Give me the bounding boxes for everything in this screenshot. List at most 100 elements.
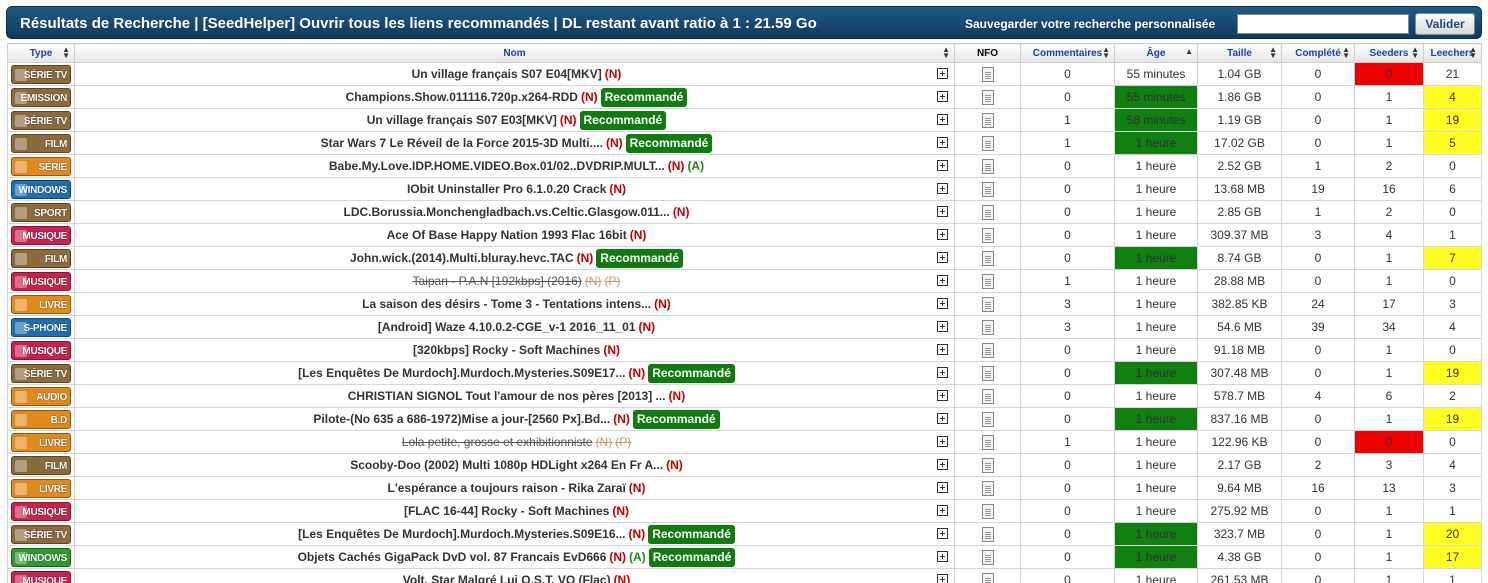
col-comments[interactable]: Commentaires ▲ ▼	[1020, 43, 1115, 63]
expand-icon[interactable]	[937, 344, 948, 355]
nfo-document-icon[interactable]	[981, 365, 994, 381]
col-type[interactable]: Type ▲ ▼	[7, 43, 75, 63]
torrent-link[interactable]: Ace Of Base Happy Nation 1993 Flac 16bit	[387, 228, 627, 242]
nfo-document-icon[interactable]	[981, 434, 994, 450]
category-badge[interactable]: SPORT	[11, 202, 71, 222]
torrent-link[interactable]: La saison des désirs - Tome 3 - Tentatio…	[362, 297, 651, 311]
category-badge[interactable]: MUSIQUE	[11, 271, 71, 291]
torrent-link[interactable]: Objets Cachés GigaPack DvD vol. 87 Franc…	[298, 550, 607, 564]
category-badge[interactable]: SÉRIE TV	[11, 110, 71, 130]
nfo-document-icon[interactable]	[981, 411, 994, 427]
expand-icon[interactable]	[937, 459, 948, 470]
torrent-link[interactable]: Star Wars 7 Le Réveil de la Force 2015-3…	[321, 136, 603, 150]
torrent-link[interactable]: [Android] Waze 4.10.0.2-CGE_v-1 2016_11_…	[378, 320, 636, 334]
nfo-document-icon[interactable]	[981, 388, 994, 404]
category-badge[interactable]: S-PHONE	[11, 317, 71, 337]
comments-cell[interactable]: 0	[1020, 499, 1115, 523]
torrent-link[interactable]: L'espérance a toujours raison - Rika Zar…	[388, 481, 626, 495]
category-badge[interactable]: SÉRIE TV	[11, 64, 71, 84]
comments-cell[interactable]: 0	[1020, 407, 1115, 431]
nfo-document-icon[interactable]	[981, 503, 994, 519]
comments-cell[interactable]: 1	[1020, 108, 1115, 132]
expand-icon[interactable]	[937, 321, 948, 332]
nfo-document-icon[interactable]	[981, 135, 994, 151]
expand-icon[interactable]	[937, 68, 948, 79]
category-badge[interactable]: MUSIQUE	[11, 570, 71, 583]
torrent-link[interactable]: Taipan - P.A.N [192kbps] (2016)	[413, 274, 582, 288]
category-badge[interactable]: FILM	[11, 248, 71, 268]
nfo-document-icon[interactable]	[981, 158, 994, 174]
expand-icon[interactable]	[937, 229, 948, 240]
expand-icon[interactable]	[937, 183, 948, 194]
expand-icon[interactable]	[937, 137, 948, 148]
category-badge[interactable]: MUSIQUE	[11, 340, 71, 360]
category-badge[interactable]: AUDIO	[11, 386, 71, 406]
nfo-document-icon[interactable]	[981, 89, 994, 105]
nfo-document-icon[interactable]	[981, 526, 994, 542]
nfo-document-icon[interactable]	[981, 112, 994, 128]
comments-cell[interactable]: 0	[1020, 246, 1115, 270]
category-badge[interactable]: MUSIQUE	[11, 225, 71, 245]
comments-cell[interactable]: 1	[1020, 131, 1115, 155]
save-search-input[interactable]	[1237, 14, 1409, 34]
col-size[interactable]: Taille ▲ ▼	[1197, 43, 1282, 63]
expand-icon[interactable]	[937, 482, 948, 493]
torrent-link[interactable]: Volt. Star Malgré Lui O.S.T. VO (Flac)	[403, 573, 611, 583]
category-badge[interactable]: EMISSION	[11, 87, 71, 107]
torrent-link[interactable]: Un village français S07 E03[MKV]	[367, 113, 557, 127]
nfo-document-icon[interactable]	[981, 181, 994, 197]
expand-icon[interactable]	[937, 252, 948, 263]
expand-icon[interactable]	[937, 574, 948, 583]
nfo-document-icon[interactable]	[981, 296, 994, 312]
nfo-document-icon[interactable]	[981, 250, 994, 266]
nfo-document-icon[interactable]	[981, 273, 994, 289]
comments-cell[interactable]: 0	[1020, 85, 1115, 109]
torrent-link[interactable]: [320kbps] Rocky - Soft Machines	[413, 343, 600, 357]
expand-icon[interactable]	[937, 298, 948, 309]
comments-cell[interactable]: 0	[1020, 223, 1115, 247]
comments-cell[interactable]: 0	[1020, 568, 1115, 583]
torrent-link[interactable]: [Les Enquêtes De Murdoch].Murdoch.Myster…	[298, 527, 625, 541]
torrent-link[interactable]: Un village français S07 E04[MKV]	[412, 67, 602, 81]
torrent-link[interactable]: Lola petite, grosse et exhibitionniste	[402, 435, 593, 449]
comments-cell[interactable]: 0	[1020, 522, 1115, 546]
nfo-document-icon[interactable]	[981, 457, 994, 473]
torrent-link[interactable]: [Les Enquêtes De Murdoch].Murdoch.Myster…	[298, 366, 625, 380]
expand-icon[interactable]	[937, 160, 948, 171]
torrent-link[interactable]: IObit Uninstaller Pro 6.1.0.20 Crack	[407, 182, 606, 196]
expand-icon[interactable]	[937, 275, 948, 286]
expand-icon[interactable]	[937, 367, 948, 378]
expand-icon[interactable]	[937, 436, 948, 447]
expand-icon[interactable]	[937, 551, 948, 562]
nfo-document-icon[interactable]	[981, 66, 994, 82]
col-leechers[interactable]: Leechers ▲ ▼	[1423, 43, 1482, 63]
comments-cell[interactable]: 0	[1020, 453, 1115, 477]
validate-button[interactable]: Valider	[1415, 13, 1475, 35]
torrent-link[interactable]: CHRISTIAN SIGNOL Tout l'amour de nos pèr…	[348, 389, 666, 403]
category-badge[interactable]: LIVRE	[11, 432, 71, 452]
nfo-document-icon[interactable]	[981, 342, 994, 358]
torrent-link[interactable]: [FLAC 16-44] Rocky - Soft Machines	[404, 504, 609, 518]
category-badge[interactable]: LIVRE	[11, 294, 71, 314]
comments-cell[interactable]: 0	[1020, 545, 1115, 569]
category-badge[interactable]: WINDOWS	[11, 179, 71, 199]
expand-icon[interactable]	[937, 91, 948, 102]
torrent-link[interactable]: Scooby-Doo (2002) Multi 1080p HDLight x2…	[350, 458, 663, 472]
nfo-document-icon[interactable]	[981, 549, 994, 565]
torrent-link[interactable]: Pilote-(No 635 a 686-1972)Mise a jour-[2…	[313, 412, 610, 426]
torrent-link[interactable]: Babe.My.Love.IDP.HOME.VIDEO.Box.01/02..D…	[329, 159, 665, 173]
comments-cell[interactable]: 1	[1020, 269, 1115, 293]
category-badge[interactable]: LIVRE	[11, 478, 71, 498]
comments-cell[interactable]: 0	[1020, 200, 1115, 224]
category-badge[interactable]: SÉRIE TV	[11, 363, 71, 383]
comments-cell[interactable]: 0	[1020, 384, 1115, 408]
nfo-document-icon[interactable]	[981, 319, 994, 335]
category-badge[interactable]: WINDOWS	[11, 547, 71, 567]
col-name[interactable]: Nom ▲ ▼	[74, 43, 955, 63]
expand-icon[interactable]	[937, 528, 948, 539]
expand-icon[interactable]	[937, 505, 948, 516]
category-badge[interactable]: B.D	[11, 409, 71, 429]
comments-cell[interactable]: 0	[1020, 476, 1115, 500]
expand-icon[interactable]	[937, 413, 948, 424]
comments-cell[interactable]: 0	[1020, 177, 1115, 201]
